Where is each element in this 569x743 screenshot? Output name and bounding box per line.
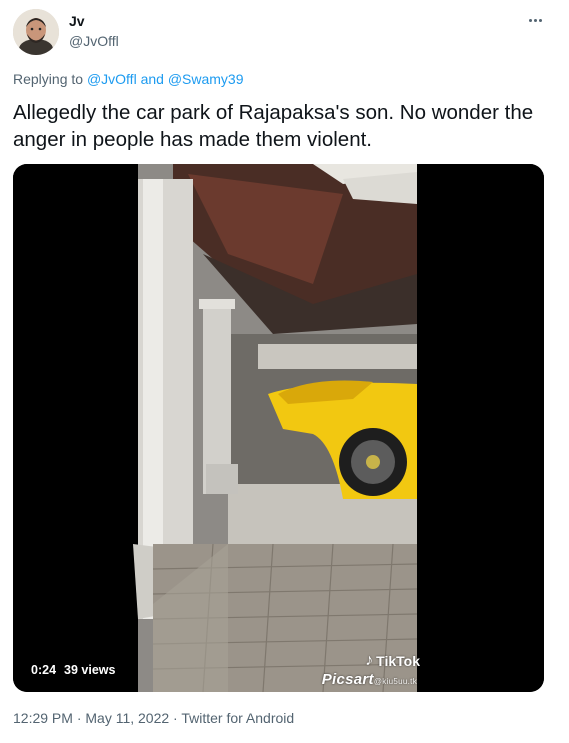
replying-and[interactable]: and — [141, 71, 164, 87]
more-horizontal-icon[interactable] — [524, 10, 546, 30]
user-handle[interactable]: @JvOffl — [69, 33, 119, 49]
video-duration: 0:24 — [31, 663, 57, 677]
video-stats: 0:24 39 views — [23, 659, 124, 681]
picsart-label: Picsart — [321, 671, 374, 688]
display-name[interactable]: Jv — [69, 13, 85, 29]
avatar[interactable] — [13, 9, 59, 55]
tiktok-note-icon: ♪ — [365, 652, 374, 669]
replying-to: Replying to @JvOffl and @Swamy39 — [13, 71, 244, 87]
tweet-text: Allegedly the car park of Rajapaksa's so… — [13, 101, 534, 151]
tiktok-watermark: ♪ TikTok — [365, 652, 420, 670]
mention-link[interactable]: @JvOffl — [87, 71, 137, 87]
tiktok-label: TikTok — [376, 653, 420, 669]
watermark-user: @kiu5uu.tk — [373, 677, 417, 686]
mention-link[interactable]: @Swamy39 — [168, 71, 244, 87]
picsart-watermark: Picsart@kiu5uu.tk — [322, 671, 417, 688]
avatar-image — [13, 9, 59, 55]
video-player[interactable]: 0:24 39 views ♪ TikTok Picsart@kiu5uu.tk — [13, 164, 544, 692]
video-frame — [13, 164, 544, 692]
tweet-timestamp[interactable]: 12:29 PM · May 11, 2022 · Twitter for An… — [13, 710, 294, 726]
video-views: 39 views — [64, 663, 116, 677]
replying-prefix: Replying to — [13, 71, 84, 87]
